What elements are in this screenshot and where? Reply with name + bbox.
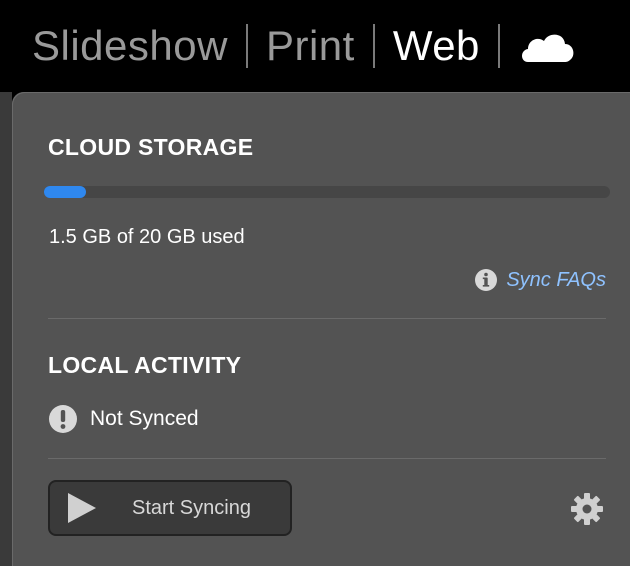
storage-usage-text: 1.5 GB of 20 GB used <box>49 226 245 248</box>
left-panel-edge <box>0 92 12 566</box>
info-icon <box>474 268 498 292</box>
start-syncing-label: Start Syncing <box>132 496 251 519</box>
storage-progress-fill <box>44 186 87 198</box>
sync-status-text: Not Synced <box>90 407 199 430</box>
storage-progress-bar <box>44 186 610 198</box>
warning-icon <box>48 404 78 434</box>
sync-faqs-link[interactable]: Sync FAQs <box>474 268 606 292</box>
local-activity-heading: LOCAL ACTIVITY <box>48 352 242 378</box>
module-slideshow[interactable]: Slideshow <box>32 22 228 70</box>
gear-icon[interactable] <box>570 492 604 526</box>
module-print[interactable]: Print <box>266 22 355 70</box>
sync-status: Not Synced <box>48 404 199 434</box>
cloud-icon[interactable] <box>518 26 578 66</box>
cloud-storage-heading: CLOUD STORAGE <box>48 134 254 160</box>
section-divider <box>48 318 606 319</box>
section-divider <box>48 458 606 459</box>
sync-faqs-label[interactable]: Sync FAQs <box>506 269 606 292</box>
module-picker: Slideshow Print Web <box>0 0 630 92</box>
module-separator <box>245 24 248 68</box>
module-separator <box>497 24 500 68</box>
sync-popover: CLOUD STORAGE 1.5 GB of 20 GB used Sync … <box>12 92 630 566</box>
module-separator <box>372 24 375 68</box>
module-web[interactable]: Web <box>393 22 480 70</box>
start-syncing-button[interactable]: Start Syncing <box>48 480 292 536</box>
play-icon <box>64 491 98 525</box>
app-window: Slideshow Print Web CLOUD STORAGE 1.5 GB… <box>0 0 630 566</box>
